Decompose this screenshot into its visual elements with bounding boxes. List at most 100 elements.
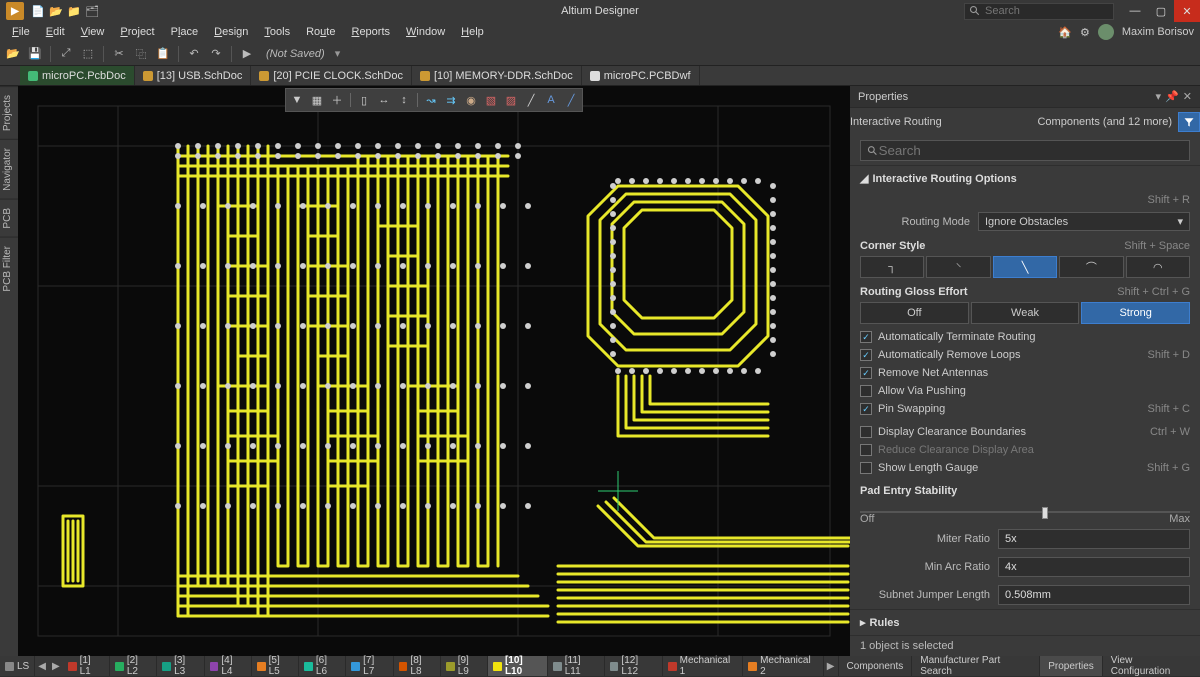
plus-icon[interactable]: ＋ [328, 91, 346, 109]
layer-tab[interactable]: [4] L4 [205, 656, 252, 676]
selection-icon[interactable]: ▦ [308, 91, 326, 109]
layer-tab[interactable]: [9] L9 [441, 656, 488, 676]
text-icon[interactable]: A [542, 91, 560, 109]
checkbox-row[interactable]: Remove Net Antennas [860, 364, 1190, 382]
folder-icon[interactable]: 📁 [66, 3, 82, 19]
checkbox-row[interactable]: Automatically Terminate Routing [860, 328, 1190, 346]
properties-search-input[interactable] [879, 143, 1183, 158]
fill-icon[interactable]: ▧ [482, 91, 500, 109]
doc-tab[interactable]: [10] MEMORY-DDR.SchDoc [412, 66, 582, 85]
corner-arc90-button[interactable]: ◠ [1126, 256, 1190, 278]
layer-tab[interactable]: Mechanical 2 [743, 656, 823, 676]
checkbox[interactable] [860, 462, 872, 474]
doc-tab[interactable]: microPC.PcbDoc [20, 66, 135, 85]
open-icon[interactable]: 📂 [48, 3, 64, 19]
menu-window[interactable]: Window [398, 24, 453, 40]
redo-icon[interactable]: ↷ [207, 45, 225, 63]
corner-90-button[interactable]: ┐ [860, 256, 924, 278]
layer-tab[interactable]: [8] L8 [394, 656, 441, 676]
gloss-weak-button[interactable]: Weak [971, 302, 1080, 324]
cut-icon[interactable]: ✂ [110, 45, 128, 63]
dropdown-icon[interactable]: ▾ [1156, 90, 1162, 103]
close-panel-icon[interactable]: ✕ [1183, 90, 1192, 103]
menu-tools[interactable]: Tools [256, 24, 298, 40]
checkbox-row[interactable]: Display Clearance BoundariesCtrl + W [860, 423, 1190, 441]
route-icon[interactable]: ↝ [422, 91, 440, 109]
layer-tab[interactable]: [5] L5 [252, 656, 299, 676]
pin-icon[interactable]: 📌 [1165, 90, 1179, 103]
pcb-active-bar[interactable]: ▼ ▦ ＋ ▯ ↔ ↕ ↝ ⇉ ◉ ▧ ▨ ╱ A ╱ [285, 88, 583, 112]
panel-tab[interactable]: View Configuration [1102, 656, 1200, 676]
layer-tab[interactable]: Mechanical 1 [663, 656, 743, 676]
gloss-strong-button[interactable]: Strong [1081, 302, 1190, 324]
layer-tab[interactable]: [10] L10 [488, 656, 548, 676]
align-left-icon[interactable]: ▯ [355, 91, 373, 109]
prev-layer-button[interactable]: ◀ [35, 656, 49, 676]
panel-tab[interactable]: Manufacturer Part Search [911, 656, 1039, 676]
chevron-down-icon[interactable]: ▾ [335, 47, 341, 60]
layer-tab[interactable]: [7] L7 [346, 656, 393, 676]
corner-arc45-button[interactable]: ⌒ [1059, 256, 1123, 278]
side-tab[interactable]: PCB [0, 199, 18, 237]
checkbox[interactable] [860, 385, 872, 397]
menu-design[interactable]: Design [206, 24, 256, 40]
minimize-button[interactable]: — [1122, 0, 1148, 22]
group-rules[interactable]: ▸Rules [850, 609, 1200, 635]
side-tab[interactable]: PCB Filter [0, 237, 18, 300]
undo-icon[interactable]: ↶ [185, 45, 203, 63]
layer-tab[interactable]: [6] L6 [299, 656, 346, 676]
filter-icon[interactable]: ▼ [288, 91, 306, 109]
layer-tab[interactable]: [3] L3 [157, 656, 204, 676]
user-avatar[interactable] [1098, 24, 1114, 40]
align-v-icon[interactable]: ↕ [395, 91, 413, 109]
gloss-off-button[interactable]: Off [860, 302, 969, 324]
minarc-input[interactable]: 4x [998, 557, 1190, 577]
close-button[interactable]: ✕ [1174, 0, 1200, 22]
layer-tab[interactable]: [2] L2 [110, 656, 157, 676]
zoom-fit-icon[interactable]: ⤢ [57, 45, 75, 63]
copy-icon[interactable]: ⿻ [132, 45, 150, 63]
menu-edit[interactable]: Edit [38, 24, 73, 40]
global-search-input[interactable] [985, 5, 1095, 17]
checkbox-row[interactable]: Allow Via Pushing [860, 382, 1190, 400]
doc-tab[interactable]: [20] PCIE CLOCK.SchDoc [251, 66, 412, 85]
routing-mode-select[interactable]: Ignore Obstacles▾ [978, 212, 1190, 231]
checkbox-row[interactable]: Pin SwappingShift + C [860, 400, 1190, 418]
checkbox[interactable] [860, 349, 872, 361]
line-icon[interactable]: ╱ [522, 91, 540, 109]
checkbox[interactable] [860, 426, 872, 438]
align-h-icon[interactable]: ↔ [375, 91, 393, 109]
menu-view[interactable]: View [73, 24, 113, 40]
checkbox[interactable] [860, 403, 872, 415]
pad-entry-slider[interactable] [860, 505, 1190, 507]
explorer-icon[interactable]: 🗂 [84, 3, 100, 19]
layer-tab[interactable]: [11] L11 [548, 656, 605, 676]
home-icon[interactable]: 🏠 [1058, 26, 1072, 39]
checkbox-row[interactable]: Show Length GaugeShift + G [860, 459, 1190, 477]
dimension-icon[interactable]: ╱ [562, 91, 580, 109]
miter-input[interactable]: 5x [998, 529, 1190, 549]
user-name[interactable]: Maxim Borisov [1122, 26, 1194, 38]
layer-set-button[interactable]: LS [0, 656, 35, 676]
paste-icon[interactable]: 📋 [154, 45, 172, 63]
group-routing-options[interactable]: ◢Interactive Routing Options [850, 165, 1200, 191]
side-tab[interactable]: Projects [0, 86, 18, 139]
save-icon[interactable]: 💾 [26, 45, 44, 63]
script-icon[interactable]: ▶ [238, 45, 256, 63]
corner-any-button[interactable]: ╲ [993, 256, 1057, 278]
menu-project[interactable]: Project [112, 24, 162, 40]
menu-file[interactable]: File [4, 24, 38, 40]
menu-place[interactable]: Place [163, 24, 207, 40]
object-filter-button[interactable] [1178, 112, 1200, 132]
menu-reports[interactable]: Reports [343, 24, 398, 40]
new-icon[interactable]: 📄 [30, 3, 46, 19]
next-layer-button[interactable]: ▶ [49, 656, 63, 676]
zoom-selected-icon[interactable]: ⬚ [79, 45, 97, 63]
menu-help[interactable]: Help [453, 24, 492, 40]
diff-pair-icon[interactable]: ⇉ [442, 91, 460, 109]
layer-tab[interactable]: [12] L12 [605, 656, 663, 676]
doc-tab[interactable]: microPC.PCBDwf [582, 66, 700, 85]
via-icon[interactable]: ◉ [462, 91, 480, 109]
pcb-canvas[interactable]: ▼ ▦ ＋ ▯ ↔ ↕ ↝ ⇉ ◉ ▧ ▨ ╱ A ╱ [18, 86, 850, 656]
poly-icon[interactable]: ▨ [502, 91, 520, 109]
